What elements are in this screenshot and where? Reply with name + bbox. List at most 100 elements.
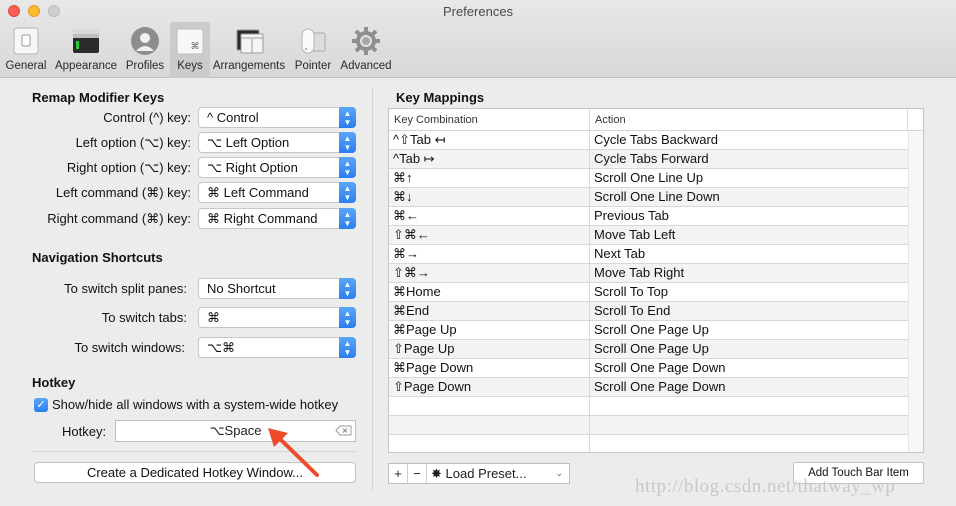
action-cell: Scroll To End	[594, 303, 671, 318]
key-combination-cell: ⌘End	[389, 302, 590, 320]
key-combination-cell: ⇧Page Down	[389, 378, 590, 396]
table-header: Key Combination Action	[389, 109, 923, 131]
chevron-updown-icon: ▲ ▼	[339, 278, 356, 299]
switch-windows-popup[interactable]: ⌥⌘ ▲ ▼	[198, 337, 356, 358]
add-mapping-button[interactable]: +	[389, 464, 408, 483]
remap-right-option-popup[interactable]: ⌥ Right Option ▲ ▼	[198, 157, 356, 178]
table-row[interactable]: ^Tab ↦ Cycle Tabs Forward	[389, 150, 908, 169]
remap-left-command-popup[interactable]: ⌘ Left Command ▲ ▼	[198, 182, 356, 203]
tab-profiles[interactable]: Profiles	[120, 22, 170, 78]
column-header-key-combination[interactable]: Key Combination	[389, 109, 590, 131]
chevron-updown-icon: ▲ ▼	[339, 337, 356, 358]
table-row[interactable]: ⇧⌘← Move Tab Left	[389, 226, 908, 245]
key-combination-cell	[389, 397, 590, 415]
tab-general[interactable]: General	[0, 22, 52, 78]
action-cell: Previous Tab	[594, 208, 669, 223]
clear-icon[interactable]	[335, 425, 352, 436]
tab-keys[interactable]: ⌘ Keys	[170, 22, 210, 78]
table-row[interactable]: ⇧Page Down Scroll One Page Down	[389, 378, 908, 397]
table-row[interactable]: ⌘Page Down Scroll One Page Down	[389, 359, 908, 378]
remap-section-title: Remap Modifier Keys	[32, 90, 165, 105]
tab-keys-label: Keys	[177, 60, 203, 72]
tab-pointer[interactable]: Pointer	[288, 22, 338, 78]
tab-appearance[interactable]: Appearance	[52, 22, 120, 78]
tab-advanced[interactable]: Advanced	[338, 22, 394, 78]
remap-left-option-value: ⌥ Left Option	[207, 135, 290, 150]
key-combination-cell: ⌘←	[389, 207, 590, 225]
table-row[interactable]: ⌘↓ Scroll One Line Down	[389, 188, 908, 207]
scrollbar[interactable]	[908, 131, 923, 452]
column-header-action[interactable]: Action	[590, 109, 908, 131]
gear-icon: ✸	[431, 466, 442, 481]
tab-advanced-label: Advanced	[340, 60, 392, 72]
table-row[interactable]: ⌘← Previous Tab	[389, 207, 908, 226]
hotkey-field-label: Hotkey:	[62, 424, 107, 439]
remove-mapping-button[interactable]: −	[408, 464, 427, 483]
table-row[interactable]: ⌘→ Next Tab	[389, 245, 908, 264]
tab-general-label: General	[5, 60, 47, 72]
chevron-updown-icon: ▲ ▼	[339, 157, 356, 178]
action-cell: Scroll One Page Up	[594, 341, 709, 356]
svg-text:⌘: ⌘	[191, 42, 200, 52]
key-combination-cell	[389, 416, 590, 434]
table-row[interactable]: ⌘↑ Scroll One Line Up	[389, 169, 908, 188]
tab-pointer-label: Pointer	[294, 60, 332, 72]
table-row[interactable]	[389, 397, 908, 416]
switch-windows-label: To switch windows:	[74, 340, 185, 355]
load-preset-popup[interactable]: ✸ Load Preset... ⌄	[427, 464, 569, 483]
table-row[interactable]: ⌘End Scroll To End	[389, 302, 908, 321]
split-panes-value: No Shortcut	[207, 281, 276, 296]
watermark: http://blog.csdn.net/thatway_wp	[635, 476, 896, 497]
chevron-updown-icon: ▲ ▼	[339, 182, 356, 203]
action-cell	[590, 416, 908, 434]
action-cell: Move Tab Left	[594, 227, 676, 242]
gear-icon	[351, 26, 381, 56]
tab-profiles-label: Profiles	[125, 60, 165, 72]
action-cell: Scroll One Page Up	[594, 322, 709, 337]
preferences-toolbar: General Appearance Profiles ⌘ Keys Arran…	[0, 22, 394, 78]
remap-right-command-popup[interactable]: ⌘ Right Command ▲ ▼	[198, 208, 356, 229]
action-cell	[590, 435, 908, 452]
table-row[interactable]: ⇧Page Up Scroll One Page Up	[389, 340, 908, 359]
remap-right-option-value: ⌥ Right Option	[207, 160, 298, 175]
hotkey-section-title: Hotkey	[32, 375, 76, 390]
chevron-updown-icon: ▲ ▼	[339, 208, 356, 229]
table-row[interactable]: ^⇧Tab ↤ Cycle Tabs Backward	[389, 131, 908, 150]
remap-right-option-label: Right option (⌥) key:	[66, 160, 191, 175]
switch-tabs-popup[interactable]: ⌘ ▲ ▼	[198, 307, 356, 328]
split-panes-label: To switch split panes:	[64, 281, 187, 296]
chevron-updown-icon: ▲ ▼	[339, 107, 356, 128]
hotkey-checkbox[interactable]: ✓	[34, 398, 48, 412]
key-combination-cell: ^Tab ↦	[389, 150, 590, 168]
action-cell: Scroll To Top	[594, 284, 668, 299]
tab-arrangements[interactable]: Arrangements	[210, 22, 288, 78]
tab-arrangements-label: Arrangements	[212, 60, 286, 72]
action-cell: Move Tab Right	[594, 265, 685, 280]
chevron-updown-icon: ▲ ▼	[339, 132, 356, 153]
table-body: ^⇧Tab ↤ Cycle Tabs Backward ^Tab ↦ Cycle Ta…	[389, 131, 908, 452]
pointer-icon	[298, 26, 328, 56]
remap-left-command-value: ⌘ Left Command	[207, 185, 309, 200]
action-cell: Scroll One Line Down	[594, 189, 720, 204]
table-row[interactable]: ⌘Home Scroll To Top	[389, 283, 908, 302]
table-row[interactable]	[389, 416, 908, 435]
table-row[interactable]	[389, 435, 908, 452]
remap-control-popup[interactable]: ^ Control ▲ ▼	[198, 107, 356, 128]
table-row[interactable]: ⇧⌘→ Move Tab Right	[389, 264, 908, 283]
preferences-window: Preferences General Appearance Profiles …	[0, 0, 956, 506]
switch-tabs-label: To switch tabs:	[101, 310, 187, 325]
table-row[interactable]: ⌘Page Up Scroll One Page Up	[389, 321, 908, 340]
action-cell: Scroll One Page Down	[594, 379, 726, 394]
switch-tabs-value: ⌘	[207, 310, 220, 325]
remap-control-value: ^ Control	[207, 110, 259, 125]
hotkey-field-value: ⌥Space	[209, 423, 262, 438]
remap-left-option-popup[interactable]: ⌥ Left Option ▲ ▼	[198, 132, 356, 153]
action-cell: Cycle Tabs Backward	[594, 132, 719, 147]
appearance-icon	[71, 26, 101, 56]
key-combination-cell: ⌘↑	[389, 169, 590, 187]
key-combination-cell: ⌘Page Up	[389, 321, 590, 339]
navigation-section-title: Navigation Shortcuts	[32, 250, 163, 265]
split-panes-popup[interactable]: No Shortcut ▲ ▼	[198, 278, 356, 299]
arrangements-icon	[234, 26, 264, 56]
hotkey-checkbox-label[interactable]: Show/hide all windows with a system-wide…	[52, 397, 338, 412]
